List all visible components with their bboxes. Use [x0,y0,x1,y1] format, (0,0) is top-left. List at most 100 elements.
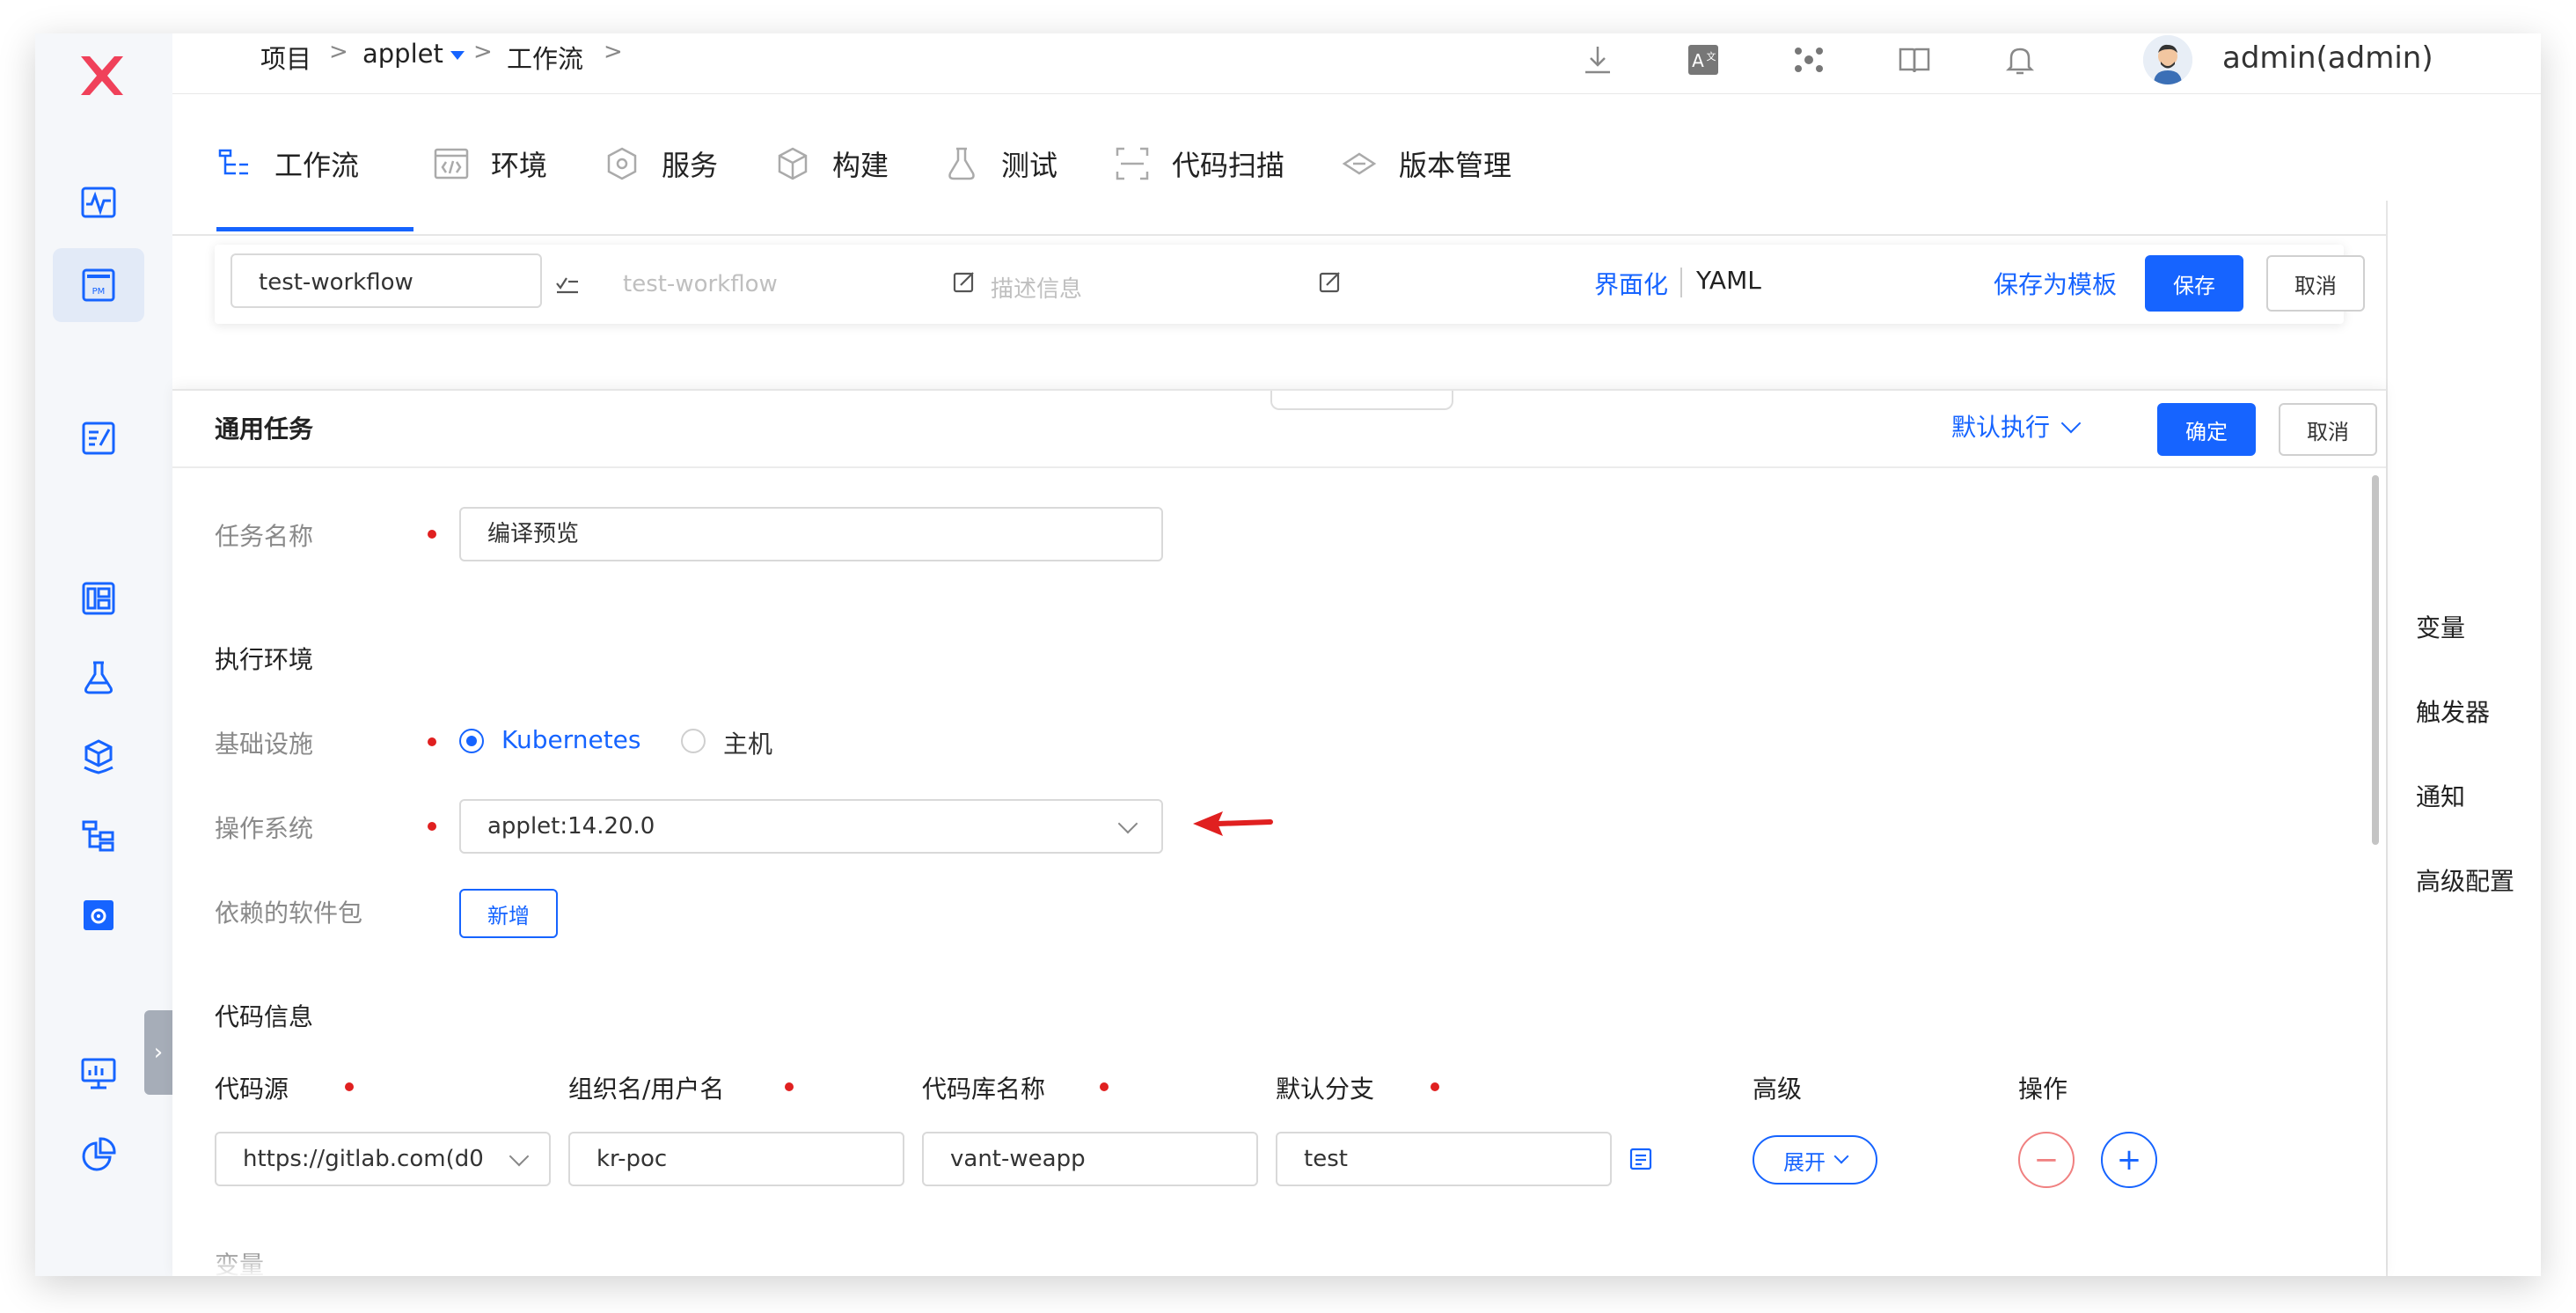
workflow-name-input[interactable]: test-workflow [231,253,542,308]
infra-label: 基础设施 [215,730,314,759]
tab-label: 测试 [1001,149,1058,182]
minus-icon: − [2033,1142,2060,1177]
sidebar-item-projects[interactable]: PM [53,248,144,322]
chevron-down-icon [1833,1148,1849,1164]
build-box-icon [778,147,808,180]
sidebar-item-settings[interactable] [53,878,144,952]
required-dot [428,530,436,539]
download-icon[interactable] [1580,42,1615,77]
translate-icon[interactable]: A文 [1686,42,1721,77]
panel-item-notifications[interactable]: 通知 [2416,778,2465,813]
cancel-button[interactable]: 取消 [2266,255,2365,312]
radio-host[interactable] [681,729,706,753]
panel-item-triggers[interactable]: 触发器 [2416,693,2490,729]
remove-repo-button[interactable]: − [2018,1132,2075,1188]
caret-down-icon [450,51,465,60]
logo-icon[interactable] [74,48,130,104]
monitor-icon [81,1058,116,1089]
scrollbar[interactable] [2372,475,2379,845]
exec-env-heading: 执行环境 [215,645,314,674]
sidebar-item-monitor[interactable] [53,1037,144,1111]
breadcrumb-projects[interactable]: 项目 [260,39,311,76]
pm-icon: PM [82,268,115,302]
expand-advanced-button[interactable]: 展开 [1753,1135,1877,1185]
breadcrumb-separator: > [473,39,493,65]
sidebar-item-reports[interactable] [53,1118,144,1192]
col-header-advanced: 高级 [1753,1075,1803,1104]
run-mode-select[interactable]: 默认执行 [1951,408,2082,444]
task-name-input[interactable]: 编译预览 [459,507,1163,561]
breadcrumb-workflow[interactable]: 工作流 [507,39,583,76]
org-select[interactable]: kr-poc [568,1132,904,1186]
expand-label: 展开 [1783,1149,1826,1175]
settings-box-icon [84,900,113,930]
tab-release[interactable]: 版本管理 [1341,93,1511,234]
sidebar-item-dashboard[interactable] [53,561,144,635]
tab-testing[interactable]: 测试 [943,93,1057,234]
os-label: 操作系统 [215,814,314,843]
add-repo-button[interactable]: + [2101,1132,2157,1188]
col-header-actions: 操作 [2018,1075,2068,1104]
mode-yaml-toggle[interactable]: YAML [1696,266,1761,295]
svg-text:PM: PM [92,287,106,297]
tab-code-scan[interactable]: 代码扫描 [1114,93,1284,234]
flask-icon [948,147,975,180]
user-name[interactable]: admin(admin) [2222,40,2433,76]
panel-drag-handle[interactable] [1270,391,1453,410]
module-tabs: 工作流 环境 服务 构建 测试 代码扫描 版本管理 [172,93,2541,236]
breadcrumb-project-label: applet [362,39,443,69]
branch-select[interactable]: test [1276,1132,1612,1186]
edit-icon[interactable] [952,269,977,294]
avatar[interactable] [2143,35,2192,84]
col-header-org: 组织名/用户名 [568,1075,725,1104]
breadcrumb-project-select[interactable]: applet [362,39,465,69]
bell-icon[interactable] [2002,42,2038,77]
activity-icon [81,187,116,218]
radio-kubernetes-label[interactable]: Kubernetes [501,725,641,754]
display-name-input[interactable]: test-workflow [623,271,778,297]
bottom-fade [172,1225,2386,1276]
repo-select[interactable]: vant-weapp [922,1132,1258,1186]
branch-list-icon[interactable] [1629,1148,1652,1170]
panel-item-advanced[interactable]: 高级配置 [2416,862,2514,898]
panel-item-variables[interactable]: 变量 [2416,609,2465,644]
save-as-template-link[interactable]: 保存为模板 [1994,266,2117,301]
diamond-icon [1342,152,1377,175]
code-source-value: https://gitlab.com(d0 [243,1146,484,1172]
tab-build[interactable]: 构建 [774,93,889,234]
sidebar-item-testing[interactable] [53,641,144,715]
checklist-icon[interactable] [554,271,581,297]
sidebar-item-templates[interactable] [53,401,144,475]
network-icon[interactable] [1791,42,1826,77]
sidebar-item-overview[interactable] [53,165,144,239]
tab-label: 版本管理 [1399,149,1512,182]
tab-environment[interactable]: 环境 [433,93,547,234]
os-select[interactable]: applet:14.20.0 [459,799,1163,854]
user-avatar-icon [2143,35,2192,84]
dashboard-icon [82,582,115,615]
breadcrumb-separator: > [329,39,348,65]
sidebar-expand-toggle[interactable]: › [144,1010,172,1095]
sidebar-item-artifacts[interactable] [53,720,144,794]
mode-ui-toggle[interactable]: 界面化 [1594,266,1668,301]
task-cancel-button[interactable]: 取消 [2279,403,2377,456]
task-title: 通用任务 [215,414,314,444]
radio-host-label[interactable]: 主机 [723,725,772,760]
save-button[interactable]: 保存 [2145,255,2243,312]
add-package-button[interactable]: 新增 [459,889,558,938]
os-select-value: applet:14.20.0 [487,813,655,840]
tab-services[interactable]: 服务 [604,93,718,234]
description-input[interactable]: 描述信息 [991,271,1082,304]
edit-icon[interactable] [1318,269,1343,294]
radio-kubernetes[interactable] [459,729,484,753]
required-dot [1431,1082,1439,1091]
app-window: PM › 项目 > applet > 工作流 > A 文 admin(admin… [35,33,2541,1276]
tab-workflow[interactable]: 工作流 [216,93,359,234]
confirm-button[interactable]: 确定 [2157,403,2256,456]
annotation-arrow-icon [1193,811,1273,836]
tab-label: 工作流 [274,149,360,182]
book-icon[interactable] [1897,42,1932,77]
sidebar-item-workflow[interactable] [53,799,144,873]
code-source-select[interactable]: https://gitlab.com(d0 [215,1132,551,1186]
required-dot [345,1082,354,1091]
